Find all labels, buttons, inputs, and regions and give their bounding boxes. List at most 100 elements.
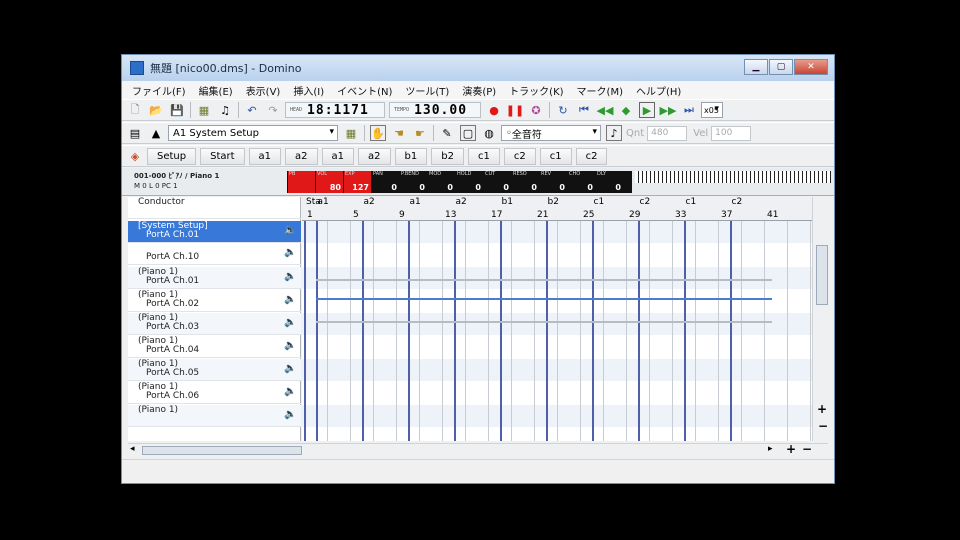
save-icon[interactable]: 💾 — [169, 102, 185, 118]
horizontal-scroll-thumb[interactable] — [142, 446, 302, 455]
maximize-button[interactable]: ▢ — [769, 59, 793, 75]
play-icon[interactable]: ▶ — [639, 102, 655, 118]
track-row[interactable]: (Piano 1) PortA Ch.01 🔈 — [128, 267, 301, 289]
vertical-scroll-thumb[interactable] — [816, 245, 828, 305]
menu-track[interactable]: トラック(K) — [509, 83, 563, 98]
record-pause-icon[interactable]: ❚❚ — [506, 102, 524, 118]
track-row[interactable]: PortA Ch.10 🔈 — [128, 243, 301, 265]
ruler-marker-label[interactable]: a1 — [410, 197, 421, 207]
h-zoom-in-icon[interactable]: + — [786, 442, 796, 456]
marker-button-a2-2[interactable]: a2 — [358, 147, 391, 165]
menu-play[interactable]: 演奏(P) — [462, 83, 496, 98]
speaker-icon[interactable]: 🔈 — [284, 294, 298, 308]
properties-icon[interactable]: ▦ — [196, 102, 212, 118]
rewind-icon[interactable]: ◀◀ — [597, 102, 614, 118]
marker-button-start[interactable]: Start — [200, 147, 245, 165]
ruler-marker-label[interactable]: b2 — [548, 197, 559, 207]
marker-button-setup[interactable]: Setup — [147, 147, 197, 165]
hand-tool-icon[interactable]: ☚ — [391, 125, 407, 141]
track-row[interactable]: Conductor — [128, 197, 301, 219]
controller-pbend[interactable]: P.BEND 0 — [400, 171, 427, 193]
marker-button-b1[interactable]: b1 — [394, 147, 428, 165]
controller-rev[interactable]: REV 0 — [540, 171, 567, 193]
measure-ruler[interactable]: Sta a1 a2 a1 a2 b1 b2 c1 c2 c1 c2 1 5 9 13 17 21 25 29 33 37… — [302, 197, 812, 221]
ruler-marker-label[interactable]: a2 — [364, 197, 375, 207]
zoom-out-icon[interactable]: − — [818, 419, 828, 433]
marker-button-c2-2[interactable]: c2 — [575, 147, 608, 165]
quantize-icon[interactable]: ♪ — [606, 125, 622, 141]
ruler-marker-label[interactable]: c2 — [732, 197, 743, 207]
new-file-icon[interactable]: 🗋 — [127, 102, 143, 118]
close-button[interactable]: ✕ — [794, 59, 828, 75]
note-length-select[interactable]: ◦ 全音符 — [501, 125, 601, 141]
controller-cho[interactable]: CHO 0 — [568, 171, 595, 193]
track-list-icon[interactable]: ▤ — [127, 125, 143, 141]
controller-mod[interactable]: MOD 0 — [428, 171, 455, 193]
record-icon[interactable]: ● — [486, 102, 502, 118]
select-rect-icon[interactable]: ▢ — [460, 125, 476, 141]
marker-button-c2[interactable]: c2 — [503, 147, 536, 165]
marker-button-a1[interactable]: a1 — [248, 147, 282, 165]
pointer-tool-icon[interactable]: ☛ — [412, 125, 428, 141]
zoom-in-icon[interactable]: + — [817, 402, 827, 416]
scroll-left-icon[interactable]: ◂ — [130, 444, 135, 454]
controller-exp[interactable]: EXP 127 — [344, 171, 371, 193]
menu-event[interactable]: イベント(N) — [337, 83, 392, 98]
horizontal-scrollbar[interactable]: ◂ ▸ + − — [128, 442, 828, 457]
speaker-icon[interactable]: 🔈 — [284, 386, 298, 400]
controller-vol[interactable]: VOL 80 — [316, 171, 343, 193]
speaker-icon[interactable]: 🔈 — [284, 409, 298, 423]
speaker-icon[interactable]: 🔈 — [284, 363, 298, 377]
track-edit-icon[interactable]: ▦ — [343, 125, 359, 141]
speaker-icon[interactable]: 🔈 — [284, 271, 298, 285]
minimize-button[interactable]: ▁ — [744, 59, 768, 75]
piano-keyboard[interactable] — [635, 171, 831, 183]
loop-icon[interactable]: ↻ — [555, 102, 571, 118]
title-bar[interactable]: 無題 [nico00.dms] - Domino ▁ ▢ ✕ — [122, 55, 834, 81]
menu-mark[interactable]: マーク(M) — [577, 83, 623, 98]
ruler-marker-label[interactable]: c1 — [594, 197, 605, 207]
vertical-scrollbar[interactable]: + − — [812, 197, 830, 441]
controller-pan[interactable]: PAN 0 — [372, 171, 399, 193]
controller-hold[interactable]: HOLD 0 — [456, 171, 483, 193]
menu-view[interactable]: 表示(V) — [246, 83, 281, 98]
pencil-icon[interactable]: ✎ — [439, 125, 455, 141]
ruler-marker-label[interactable]: a1 — [318, 197, 329, 207]
menu-insert[interactable]: 挿入(I) — [293, 83, 324, 98]
track-row[interactable]: [System Setup] PortA Ch.01 🔈 — [128, 221, 301, 243]
menu-file[interactable]: ファイル(F) — [132, 83, 186, 98]
marker-button-a1-2[interactable]: a1 — [321, 147, 355, 165]
track-select[interactable]: A1 System Setup — [168, 125, 338, 141]
stop-icon[interactable]: ◆ — [618, 102, 634, 118]
undo-icon[interactable]: ↶ — [244, 102, 260, 118]
song-grid[interactable]: Sta a1 a2 a1 a2 b1 b2 c1 c2 c1 c2 1 5 9 13 17 21 25 29 33 37… — [302, 197, 812, 441]
event-lane-ch01[interactable] — [315, 298, 772, 300]
h-zoom-out-icon[interactable]: − — [802, 442, 812, 456]
velocity-input[interactable]: 100 — [711, 125, 752, 141]
controller-pb[interactable]: PB — [288, 171, 315, 193]
ruler-marker-label[interactable]: c1 — [686, 197, 697, 207]
track-row[interactable]: (Piano 1) PortA Ch.02 🔈 — [128, 290, 301, 312]
track-row[interactable]: (Piano 1) PortA Ch.05 🔈 — [128, 359, 301, 381]
ruler-marker-label[interactable]: a2 — [456, 197, 467, 207]
note-icon[interactable]: ♫ — [217, 102, 233, 118]
track-row[interactable]: (Piano 1) 🔈 — [128, 405, 301, 427]
menu-edit[interactable]: 編集(E) — [199, 83, 233, 98]
quantize-input[interactable]: 480 — [647, 125, 688, 141]
ruler-marker-label[interactable]: b1 — [502, 197, 513, 207]
marker-button-c1[interactable]: c1 — [467, 147, 500, 165]
marker-button-b2[interactable]: b2 — [431, 147, 464, 165]
controller-reso[interactable]: RESO 0 — [512, 171, 539, 193]
track-row[interactable]: (Piano 1) PortA Ch.06 🔈 — [128, 382, 301, 404]
controller-cut[interactable]: CUT 0 — [484, 171, 511, 193]
event-lane-ch02[interactable] — [315, 321, 772, 323]
marker-button-c1-2[interactable]: c1 — [539, 147, 572, 165]
speed-display[interactable]: x05 — [701, 102, 723, 118]
skip-end-icon[interactable]: ⏭ — [681, 102, 697, 118]
controller-dly[interactable]: DLY 0 — [596, 171, 623, 193]
marker-button-a2[interactable]: a2 — [285, 147, 318, 165]
event-lane-ch10[interactable] — [315, 279, 772, 281]
speaker-icon[interactable]: 🔈 — [284, 340, 298, 354]
fast-forward-icon[interactable]: ▶▶ — [660, 102, 677, 118]
scroll-right-icon[interactable]: ▸ — [768, 444, 773, 454]
